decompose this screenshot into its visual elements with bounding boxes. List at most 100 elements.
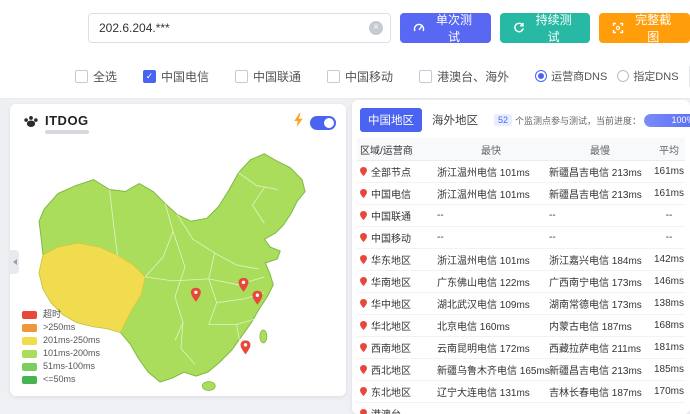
continuous-test-label: 持续测试 — [535, 13, 572, 44]
checkbox-box[interactable] — [143, 69, 157, 83]
legend-item: 201ms-250ms — [22, 334, 100, 347]
table-row[interactable]: 港澳台 — [357, 403, 685, 414]
refresh-icon — [513, 22, 525, 34]
row-average: 146ms — [653, 276, 684, 287]
row-fastest: 辽宁大连电信 131ms — [437, 388, 530, 399]
row-fastest: -- — [437, 210, 444, 221]
table-row[interactable]: 全部节点 浙江温州电信 101ms 新疆昌吉电信 213ms 161ms — [357, 161, 685, 183]
checkbox-label: 全选 — [93, 69, 118, 84]
checkbox-china-mobile[interactable]: 中国移动 — [327, 68, 393, 85]
radio-label: 运营商DNS — [551, 71, 608, 83]
target-input[interactable] — [88, 13, 392, 43]
radio-carrier-dns[interactable]: 运营商DNS — [535, 68, 607, 84]
row-region: 华东地区 — [371, 256, 411, 267]
legend-swatch — [22, 310, 37, 319]
row-region: 港澳台 — [371, 406, 401, 414]
filter-row: 全选 中国电信 中国联通 中国移动 港澳台、海外 运营商DNS 指定DNS — [0, 62, 690, 90]
checkbox-box[interactable] — [75, 69, 88, 83]
table-row[interactable]: 华中地区 湖北武汉电信 109ms 湖南常德电信 173ms 138ms — [357, 293, 685, 315]
table-row[interactable]: 西南地区 云南昆明电信 172ms 西藏拉萨电信 211ms 181ms — [357, 337, 685, 359]
table-header: 区域/运营商 最快 最慢 平均 — [357, 138, 685, 161]
table-row[interactable]: 中国联通 -- -- -- — [357, 205, 685, 227]
table-row[interactable]: 东北地区 辽宁大连电信 131ms 吉林长春电信 187ms 170ms — [357, 381, 685, 403]
tab-overseas-region[interactable]: 海外地区 — [424, 108, 486, 132]
pin-icon — [360, 233, 367, 242]
legend-label: <=50ms — [43, 374, 76, 384]
progress-label: 个监测点参与测试，当前进度： — [515, 115, 642, 126]
legend-item: 101ms-200ms — [22, 347, 100, 360]
pin-icon — [360, 255, 367, 264]
table-row[interactable]: 中国电信 浙江温州电信 101ms 新疆昌吉电信 213ms 161ms — [357, 183, 685, 205]
col-header-fastest: 最快 — [481, 145, 501, 157]
checkbox-box[interactable] — [235, 69, 249, 83]
row-fastest: 新疆乌鲁木齐电信 165ms — [437, 366, 550, 377]
screenshot-icon — [612, 22, 624, 34]
single-test-label: 单次测试 — [435, 13, 472, 44]
row-slowest: 新疆昌吉电信 213ms — [549, 168, 642, 179]
pin-icon — [360, 343, 367, 352]
legend-label: >250ms — [43, 322, 76, 332]
map-toggle-switch[interactable] — [310, 115, 336, 130]
row-average: 181ms — [653, 342, 684, 353]
legend-item: 51ms-100ms — [22, 360, 100, 373]
single-test-button[interactable]: 单次测试 — [400, 13, 491, 44]
top-toolbar: × 单次测试 持续测试 完整截图 全选 中国电信 — [0, 0, 690, 99]
map-panel: ITDOG 超时 >250ms 201ms-250ms 101ms-200ms … — [10, 104, 346, 396]
pin-icon — [360, 211, 367, 220]
screenshot-label: 完整截图 — [635, 13, 672, 44]
checkbox-label: 中国移动 — [345, 69, 394, 84]
table-row[interactable]: 西北地区 新疆乌鲁木齐电信 165ms 新疆昌吉电信 213ms 185ms — [357, 359, 685, 381]
row-slowest: 广西南宁电信 173ms — [549, 278, 642, 289]
pin-icon — [360, 409, 367, 414]
legend-item: >250ms — [22, 321, 100, 334]
row-region: 东北地区 — [371, 388, 411, 399]
legend-swatch — [22, 349, 37, 358]
table-row[interactable]: 中国移动 -- -- -- — [357, 227, 685, 249]
row-slowest: 新疆昌吉电信 213ms — [549, 366, 642, 377]
row-slowest: 内蒙古电信 187ms — [549, 322, 632, 333]
row-fastest: 浙江温州电信 101ms — [437, 256, 530, 267]
brand-logo: ITDOG — [22, 112, 89, 135]
legend-swatch — [22, 336, 37, 345]
pin-icon — [360, 299, 367, 308]
continuous-test-button[interactable]: 持续测试 — [499, 13, 591, 44]
col-header-slowest: 最慢 — [590, 145, 610, 157]
pin-icon — [360, 321, 367, 330]
row-fastest: 浙江温州电信 101ms — [437, 168, 530, 179]
checkbox-box[interactable] — [327, 69, 341, 83]
radio-dot[interactable] — [617, 70, 630, 82]
row-slowest: 吉林长春电信 187ms — [549, 388, 642, 399]
col-header-average: 平均 — [659, 145, 679, 157]
brand-name: ITDOG — [45, 112, 89, 128]
row-region: 全部节点 — [371, 168, 411, 179]
row-average: 168ms — [653, 320, 684, 331]
legend-swatch — [22, 375, 37, 384]
checkbox-china-telecom[interactable]: 中国电信 — [143, 68, 209, 85]
checkbox-select-all[interactable]: 全选 — [75, 68, 117, 85]
row-region: 中国移动 — [371, 234, 411, 245]
results-table: 区域/运营商 最快 最慢 平均 全部节点 浙江温州电信 101ms 新疆昌吉电信… — [357, 138, 685, 414]
row-slowest: 新疆昌吉电信 213ms — [549, 190, 642, 201]
map-collapse-handle[interactable] — [10, 250, 19, 274]
radio-dot[interactable] — [535, 70, 548, 82]
checkbox-box[interactable] — [419, 69, 433, 83]
radio-custom-dns[interactable]: 指定DNS — [617, 68, 679, 84]
col-header-region: 区域/运营商 — [360, 145, 413, 157]
progress-fill: 100% — [644, 113, 690, 127]
radio-label: 指定DNS — [633, 71, 679, 83]
table-row[interactable]: 华东地区 浙江温州电信 101ms 浙江嘉兴电信 184ms 142ms — [357, 249, 685, 271]
map-region-taiwan — [259, 329, 268, 344]
row-average: 161ms — [653, 166, 684, 177]
checkbox-label: 中国电信 — [161, 69, 210, 84]
tab-china-region[interactable]: 中国地区 — [360, 108, 422, 132]
screenshot-button[interactable]: 完整截图 — [599, 13, 690, 44]
checkbox-overseas[interactable]: 港澳台、海外 — [419, 68, 509, 85]
row-slowest: 西藏拉萨电信 211ms — [549, 344, 642, 355]
pin-icon — [360, 365, 367, 374]
row-slowest: -- — [549, 232, 556, 243]
table-row[interactable]: 华南地区 广东佛山电信 122ms 广西南宁电信 173ms 146ms — [357, 271, 685, 293]
table-row[interactable]: 华北地区 北京电信 160ms 内蒙古电信 187ms 168ms — [357, 315, 685, 337]
row-average: 185ms — [653, 364, 684, 375]
pin-icon — [360, 387, 367, 396]
checkbox-china-unicom[interactable]: 中国联通 — [235, 68, 301, 85]
